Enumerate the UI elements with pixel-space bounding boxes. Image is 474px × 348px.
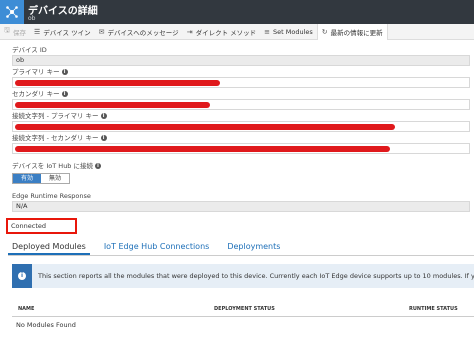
module-tabs: Deployed Modules IoT Edge Hub Connection…	[8, 238, 474, 256]
direct-method-label: ダイレクト メソッド	[195, 28, 257, 37]
connection-status: Connected	[6, 218, 77, 234]
message-to-device-button[interactable]: ✉ デバイスへのメッセージ	[95, 24, 183, 40]
refresh-label: 最新の情報に更新	[330, 28, 383, 37]
conn-string-secondary-label-text: 接続文字列 - セカンダリ キー	[12, 134, 99, 142]
direct-method-icon: ⇥	[186, 27, 193, 36]
iot-hub-connect-label-text: デバイスを IoT Hub に接続	[12, 162, 94, 170]
conn-string-primary-label: 接続文字列 - プライマリ キー i	[12, 112, 474, 121]
iot-hub-logo-icon	[0, 0, 24, 24]
page-title: デバイスの詳細	[28, 6, 98, 17]
message-icon: ✉	[98, 27, 105, 36]
refresh-button[interactable]: ↻ 最新の情報に更新	[316, 23, 388, 40]
primary-key-label-text: プライマリ キー	[12, 68, 60, 76]
toggle-disabled-option[interactable]: 無効	[41, 174, 69, 183]
iot-hub-connect-label: デバイスを IoT Hub に接続 i	[12, 162, 474, 171]
info-icon[interactable]: i	[100, 113, 107, 119]
edge-runtime-label: Edge Runtime Response	[12, 192, 91, 200]
secondary-key-field[interactable]	[12, 99, 470, 110]
edge-runtime-field: N/A	[12, 201, 470, 212]
device-twin-label: デバイス ツイン	[43, 28, 91, 37]
empty-message: No Modules Found	[16, 321, 76, 329]
message-to-device-label: デバイスへのメッセージ	[107, 28, 179, 37]
info-icon[interactable]: i	[61, 91, 68, 97]
column-header-deployment-status[interactable]: DEPLOYMENT STATUS	[214, 306, 275, 312]
primary-key-label: プライマリ キー i	[12, 68, 474, 77]
info-icon: i	[18, 272, 26, 280]
direct-method-button[interactable]: ⇥ ダイレクト メソッド	[183, 24, 260, 40]
redaction-mark	[15, 124, 395, 130]
blade-header: デバイスの詳細 ob	[0, 0, 474, 24]
redaction-mark	[15, 146, 390, 152]
conn-string-primary-label-text: 接続文字列 - プライマリ キー	[12, 112, 99, 120]
page-subtitle: ob	[28, 15, 36, 22]
save-icon: 🖫	[4, 26, 10, 34]
secondary-key-label: セカンダリ キー i	[12, 90, 474, 99]
column-header-name[interactable]: NAME	[18, 306, 34, 312]
conn-string-secondary-field[interactable]	[12, 143, 470, 154]
device-twin-button[interactable]: ☰ デバイス ツイン	[30, 24, 95, 40]
table-row: No Modules Found	[12, 317, 474, 333]
info-banner-icon-area: i	[12, 264, 32, 288]
device-details-form: デバイス ID ob プライマリ キー i セカンダリ キー i 接続文字列 - プ…	[12, 46, 474, 212]
save-label: 保存	[12, 28, 26, 37]
modules-table: NAME DEPLOYMENT STATUS RUNTIME STATUS No…	[12, 303, 474, 333]
info-icon[interactable]: i	[95, 163, 102, 169]
device-id-field[interactable]: ob	[12, 55, 470, 66]
device-id-label: デバイス ID	[12, 46, 47, 54]
info-icon[interactable]: i	[61, 69, 68, 75]
tab-iot-edge-hub-connections[interactable]: IoT Edge Hub Connections	[100, 238, 214, 255]
conn-string-secondary-label: 接続文字列 - セカンダリ キー i	[12, 134, 474, 143]
refresh-icon: ↻	[321, 27, 328, 36]
device-twin-icon: ☰	[33, 27, 41, 36]
redaction-mark	[15, 102, 210, 108]
command-bar: 🖫 保存 ☰ デバイス ツイン ✉ デバイスへのメッセージ ⇥ ダイレクト メソ…	[0, 23, 474, 40]
tab-deployed-modules[interactable]: Deployed Modules	[8, 238, 90, 255]
set-modules-button[interactable]: ≡ Set Modules	[260, 24, 317, 40]
info-banner-text: This section reports all the modules tha…	[38, 272, 474, 280]
set-modules-icon: ≡	[264, 27, 271, 36]
table-header: NAME DEPLOYMENT STATUS RUNTIME STATUS	[12, 303, 474, 317]
toggle-enabled-option[interactable]: 有効	[13, 174, 41, 183]
redaction-mark	[15, 80, 220, 86]
tab-deployments[interactable]: Deployments	[223, 238, 284, 255]
iot-hub-connect-toggle[interactable]: 有効 無効	[12, 173, 70, 184]
primary-key-field[interactable]	[12, 77, 470, 88]
set-modules-label: Set Modules	[273, 27, 313, 36]
secondary-key-label-text: セカンダリ キー	[12, 90, 60, 98]
column-header-runtime-status[interactable]: RUNTIME STATUS	[409, 306, 458, 312]
info-banner: i This section reports all the modules t…	[12, 264, 474, 288]
save-button[interactable]: 🖫 保存	[0, 24, 30, 40]
info-icon[interactable]: i	[100, 135, 107, 141]
conn-string-primary-field[interactable]	[12, 121, 470, 132]
